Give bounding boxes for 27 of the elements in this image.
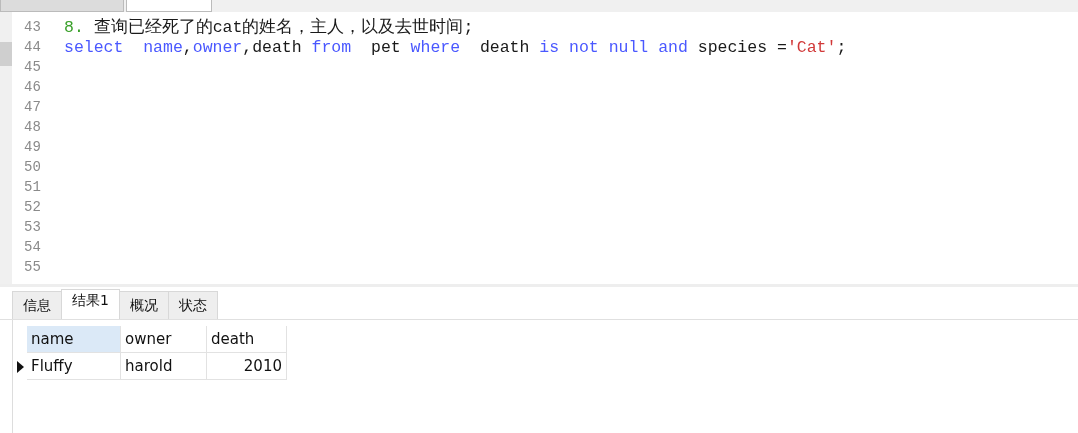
code-line: 8. 查询已经死了的cat的姓名，主人，以及去世时间;: [64, 16, 474, 38]
table-cell: 2010: [207, 353, 287, 380]
result-tab[interactable]: 概况: [118, 291, 169, 319]
line-number: 44: [23, 39, 42, 55]
line-number: 46: [23, 79, 42, 95]
line-number: 43: [23, 19, 42, 35]
line-number: 49: [23, 139, 42, 155]
code-line: select name,owner,death from pet where death is not null and species ='Cat';: [64, 37, 847, 57]
line-number: 48: [23, 119, 42, 135]
line-number: 51: [23, 179, 42, 195]
table-cell: Fluffy: [27, 353, 121, 380]
file-tab[interactable]: [0, 0, 124, 12]
file-tab[interactable]: [126, 0, 212, 12]
result-tab[interactable]: 状态: [167, 291, 218, 319]
line-number: 47: [23, 99, 42, 115]
result-tab[interactable]: 信息: [12, 291, 62, 319]
column-header[interactable]: death: [207, 326, 287, 353]
line-number: 54: [23, 239, 42, 255]
line-number: 52: [23, 199, 42, 215]
line-number: 53: [23, 219, 42, 235]
line-number: 50: [23, 159, 42, 175]
table-cell: harold: [121, 353, 207, 380]
line-number: 55: [23, 259, 42, 275]
scroll-marker: [0, 42, 12, 66]
column-header[interactable]: owner: [121, 326, 207, 353]
column-header[interactable]: name: [27, 326, 121, 353]
line-number: 45: [23, 59, 42, 75]
